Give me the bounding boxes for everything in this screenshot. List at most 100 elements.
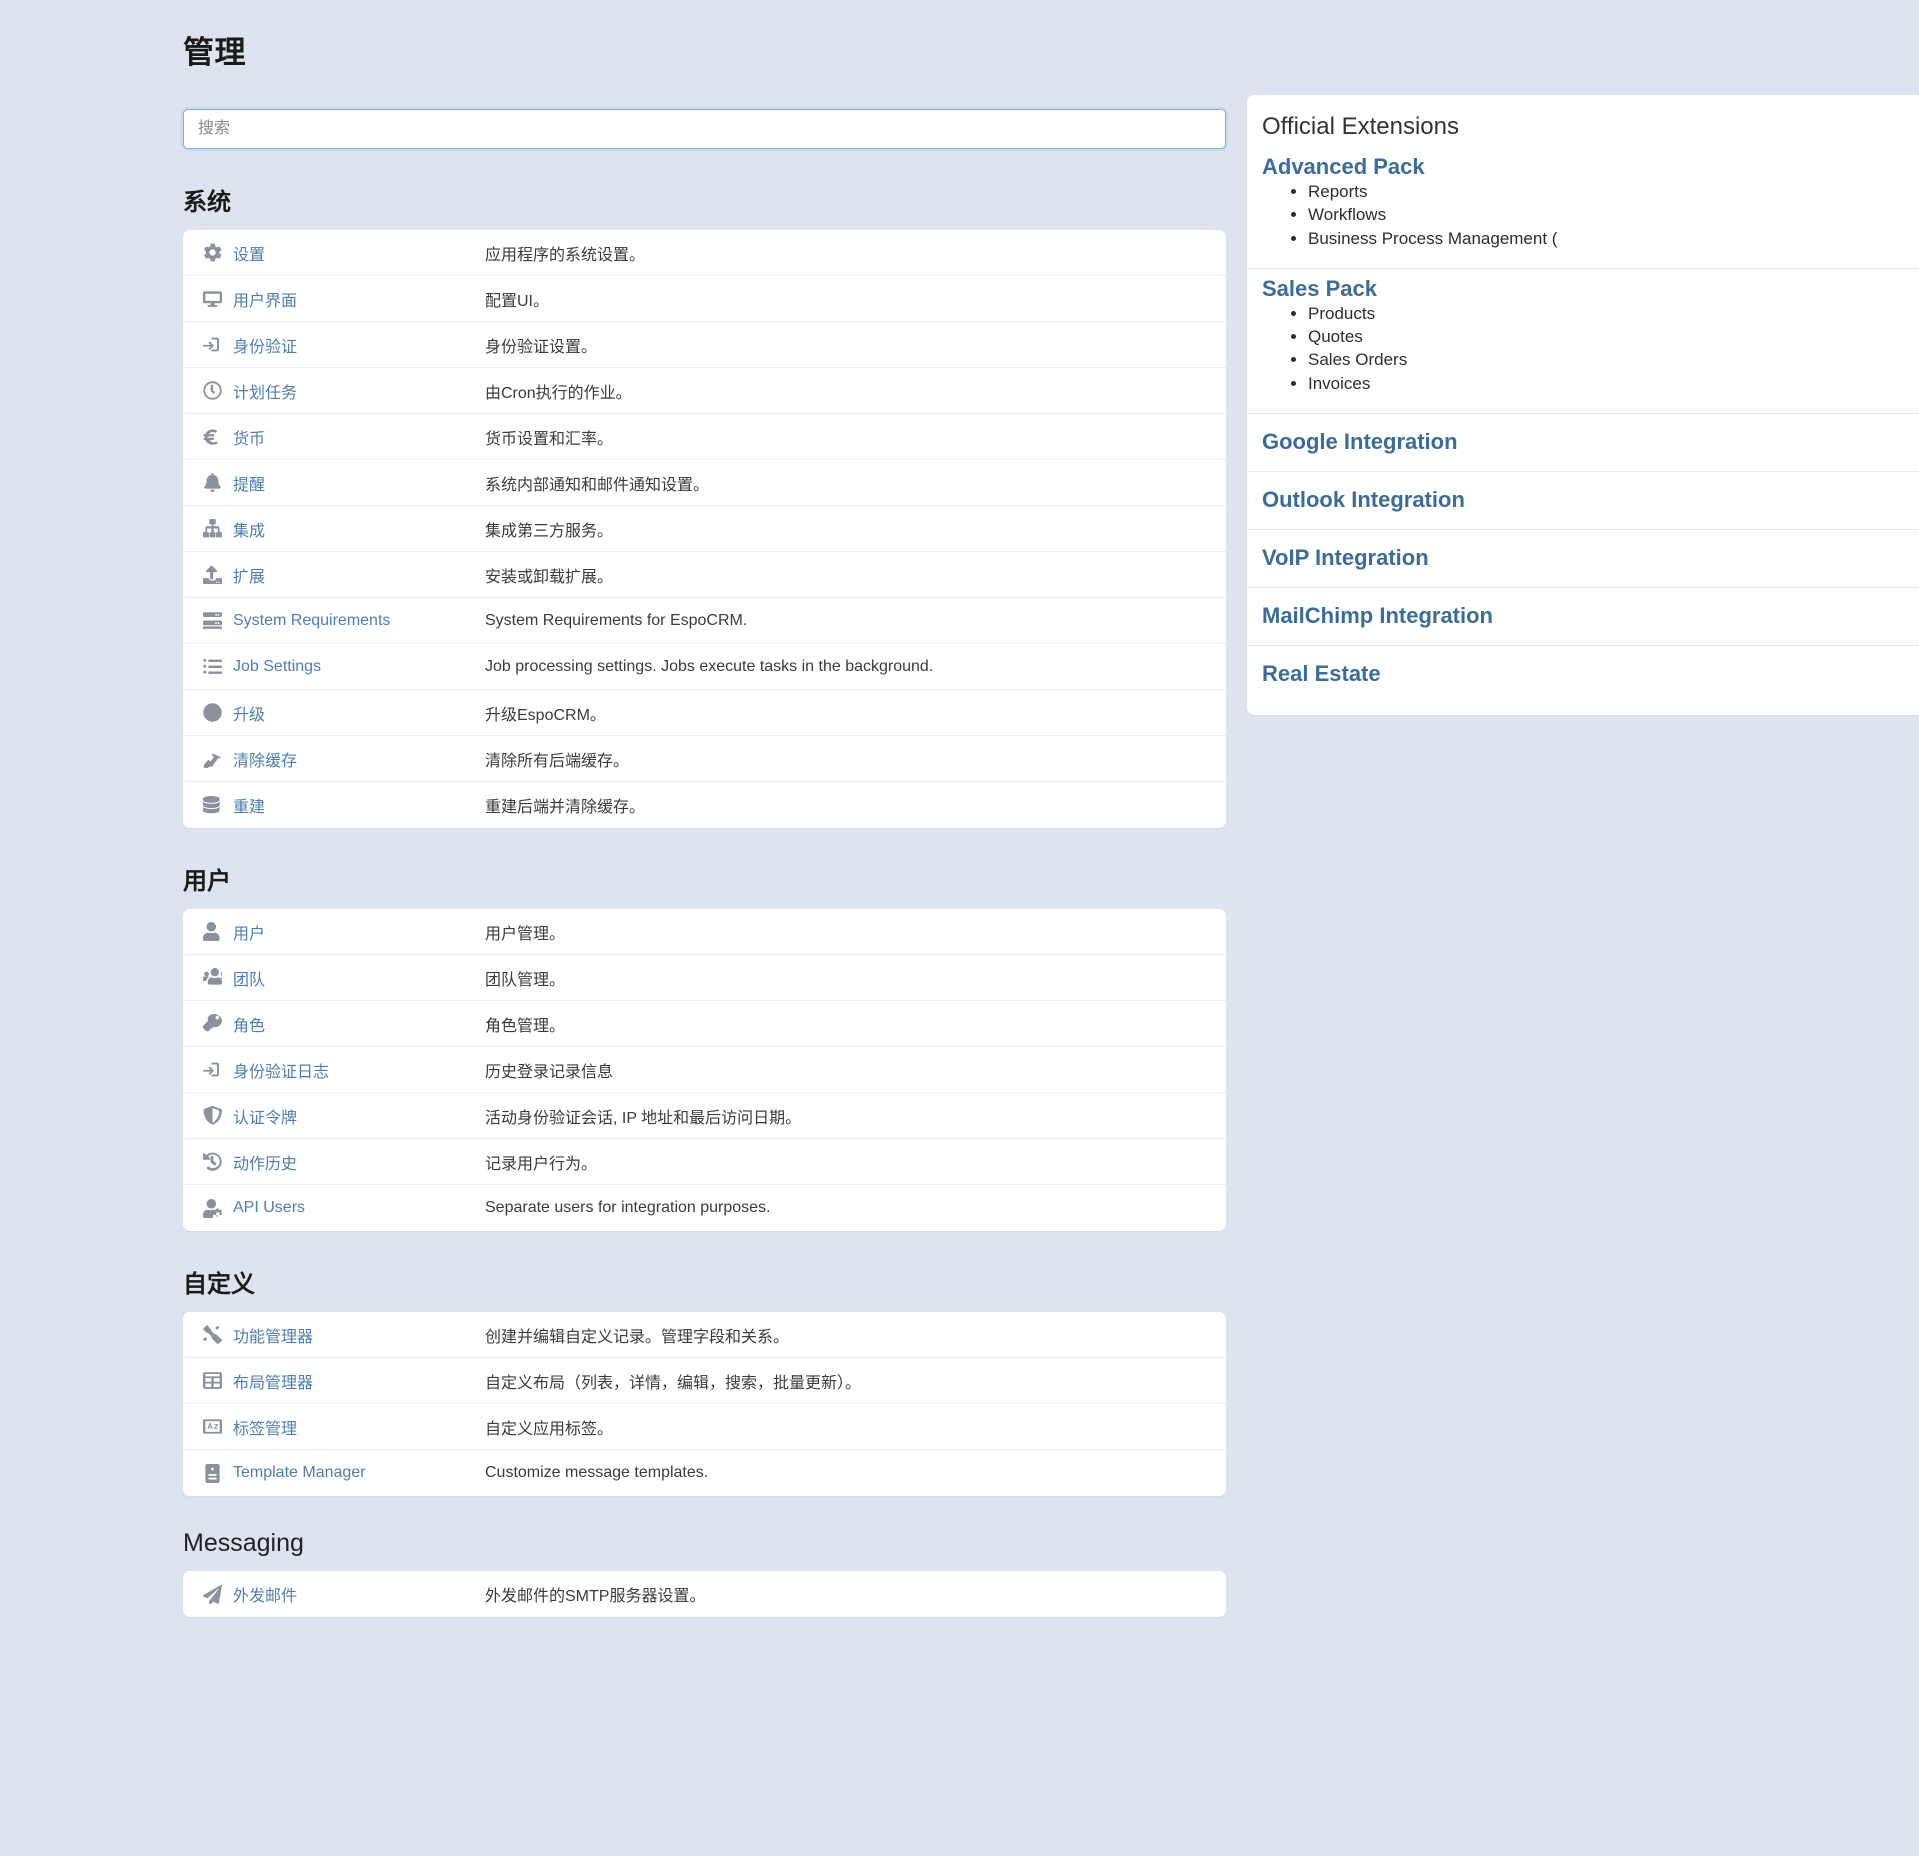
list-icon bbox=[203, 657, 233, 676]
shield-icon bbox=[203, 1106, 233, 1125]
admin-row[interactable]: System Requirements System Requirements f… bbox=[183, 598, 1226, 645]
official-extensions-panel: Official Extensions Advanced PackReports… bbox=[1247, 95, 1919, 715]
admin-row-link[interactable]: 设置 bbox=[233, 241, 485, 265]
admin-row[interactable]: 外发邮件 外发邮件的SMTP服务器设置。 bbox=[183, 1571, 1226, 1617]
admin-row-link[interactable]: 提醒 bbox=[233, 471, 485, 495]
admin-row[interactable]: Job Settings Job processing settings. Job… bbox=[183, 644, 1226, 691]
extension-feature-item: Business Process Management ( bbox=[1308, 227, 1904, 250]
admin-row-link[interactable]: System Requirements bbox=[233, 612, 485, 630]
admin-row-link[interactable]: 货币 bbox=[233, 425, 485, 449]
extension-link[interactable]: Real Estate bbox=[1247, 644, 1919, 703]
admin-row-description: 重建后端并清除缓存。 bbox=[485, 799, 646, 817]
search-input[interactable] bbox=[183, 109, 1226, 150]
template-icon bbox=[203, 1463, 233, 1483]
arrow-up-circle-icon bbox=[203, 703, 233, 722]
admin-row[interactable]: 用户界面 配置UI。 bbox=[183, 276, 1226, 323]
admin-row[interactable]: API Users Separate users for integration … bbox=[183, 1185, 1226, 1231]
extension-pack-link[interactable]: Sales Pack bbox=[1262, 276, 1377, 301]
admin-row[interactable]: 设置 应用程序的系统设置。 bbox=[183, 230, 1226, 277]
admin-row-link[interactable]: Template Manager bbox=[233, 1464, 485, 1482]
section-title-customization: 自定义 bbox=[183, 1271, 255, 1299]
admin-row-link[interactable]: API Users bbox=[233, 1199, 485, 1217]
admin-row-description: 创建并编辑自定义记录。管理字段和关系。 bbox=[485, 1328, 790, 1346]
admin-row-description: 角色管理。 bbox=[485, 1017, 566, 1035]
admin-row[interactable]: 计划任务 由Cron执行的作业。 bbox=[183, 368, 1226, 415]
paper-plane-icon bbox=[203, 1584, 233, 1604]
admin-row-link[interactable]: 布局管理器 bbox=[233, 1369, 485, 1393]
admin-row[interactable]: 用户 用户管理。 bbox=[183, 909, 1226, 956]
admin-row[interactable]: 功能管理器 创建并编辑自定义记录。管理字段和关系。 bbox=[183, 1312, 1226, 1359]
admin-row[interactable]: 身份验证 身份验证设置。 bbox=[183, 322, 1226, 369]
admin-row[interactable]: 动作历史 记录用户行为。 bbox=[183, 1139, 1226, 1186]
bell-icon bbox=[203, 473, 233, 493]
gear-icon bbox=[203, 243, 233, 262]
admin-row-link[interactable]: 身份验证日志 bbox=[233, 1058, 485, 1082]
admin-row-description: 由Cron执行的作业。 bbox=[485, 384, 632, 402]
extension-link[interactable]: MailChimp Integration bbox=[1247, 586, 1919, 645]
admin-row-link[interactable]: 动作历史 bbox=[233, 1150, 485, 1174]
extension-feature-item: Quotes bbox=[1308, 325, 1904, 348]
official-extensions-title: Official Extensions bbox=[1262, 113, 1459, 140]
extension-link[interactable]: Google Integration bbox=[1247, 412, 1919, 471]
admin-row[interactable]: 标签管理 自定义应用标签。 bbox=[183, 1404, 1226, 1451]
admin-row-link[interactable]: 重建 bbox=[233, 793, 485, 817]
admin-row[interactable]: 升级 升级EspoCRM。 bbox=[183, 690, 1226, 737]
admin-row-link[interactable]: 用户界面 bbox=[233, 287, 485, 311]
extension-pack-link[interactable]: Advanced Pack bbox=[1262, 154, 1425, 179]
admin-row[interactable]: 清除缓存 清除所有后端缓存。 bbox=[183, 736, 1226, 783]
admin-row[interactable]: 提醒 系统内部通知和邮件通知设置。 bbox=[183, 460, 1226, 507]
section-panel-users: 用户 用户管理。 团队 团队管理。 角色 角色管理。 身份验证日志 历史登录记录信息 认证令牌活… bbox=[183, 909, 1226, 1232]
section-title-users: 用户 bbox=[183, 868, 231, 896]
admin-row-description: Separate users for integration purposes. bbox=[485, 1199, 771, 1217]
admin-row-link[interactable]: Job Settings bbox=[233, 658, 485, 676]
admin-row-description: System Requirements for EspoCRM. bbox=[485, 611, 748, 629]
admin-row-link[interactable]: 角色 bbox=[233, 1012, 485, 1036]
admin-main-column: 管理 系统设置应用程序的系统设置。用户界面配置UI。身份验证身份验证设置。计划任… bbox=[0, 0, 1247, 1618]
admin-row[interactable]: 认证令牌 活动身份验证会话, IP 地址和最后访问日期。 bbox=[183, 1093, 1226, 1140]
admin-row-description: 升级EspoCRM。 bbox=[485, 706, 606, 724]
extensions-links: Google Integration Outlook Integration VoI… bbox=[1247, 412, 1919, 703]
admin-row[interactable]: 扩展 安装或卸载扩展。 bbox=[183, 552, 1226, 599]
admin-row-link[interactable]: 集成 bbox=[233, 517, 485, 541]
admin-row-link[interactable]: 清除缓存 bbox=[233, 747, 485, 771]
upload-icon bbox=[203, 565, 233, 585]
admin-row-link[interactable]: 扩展 bbox=[233, 563, 485, 587]
admin-row[interactable]: 身份验证日志 历史登录记录信息 bbox=[183, 1047, 1226, 1094]
admin-row[interactable]: 角色 角色管理。 bbox=[183, 1001, 1226, 1048]
admin-row-description: 安装或卸载扩展。 bbox=[485, 568, 614, 586]
broom-icon bbox=[203, 749, 233, 769]
extension-link[interactable]: VoIP Integration bbox=[1247, 528, 1919, 587]
section-panel-customization: 功能管理器 创建并编辑自定义记录。管理字段和关系。 布局管理器 自定义布局（列表，详情… bbox=[183, 1312, 1226, 1497]
user-icon bbox=[203, 922, 233, 942]
section-panel-system: 设置 应用程序的系统设置。 用户界面 配置UI。 身份验证 身份验证设置。 计划任务 由Cro… bbox=[183, 230, 1226, 829]
admin-row[interactable]: 布局管理器 自定义布局（列表，详情，编辑，搜索，批量更新）。 bbox=[183, 1358, 1226, 1405]
admin-row-link[interactable]: 功能管理器 bbox=[233, 1323, 485, 1347]
admin-row-description: 外发邮件的SMTP服务器设置。 bbox=[485, 1588, 706, 1606]
admin-row-link[interactable]: 用户 bbox=[233, 920, 485, 944]
extension-link[interactable]: Outlook Integration bbox=[1247, 470, 1919, 529]
extension-block: Sales PackProductsQuotesSales OrdersInvo… bbox=[1247, 269, 1919, 413]
admin-row[interactable]: 团队 团队管理。 bbox=[183, 955, 1226, 1002]
sign-in-icon bbox=[203, 335, 233, 354]
admin-row[interactable]: 货币 货币设置和汇率。 bbox=[183, 414, 1226, 461]
extension-feature-item: Sales Orders bbox=[1308, 348, 1904, 371]
admin-row-link[interactable]: 身份验证 bbox=[233, 333, 485, 357]
page-title: 管理 bbox=[183, 35, 246, 70]
admin-row-description: 应用程序的系统设置。 bbox=[485, 246, 646, 264]
admin-row[interactable]: 重建 重建后端并清除缓存。 bbox=[183, 782, 1226, 828]
admin-row[interactable]: Template Manager Customize message templa… bbox=[183, 1450, 1226, 1496]
admin-row-link[interactable]: 计划任务 bbox=[233, 379, 485, 403]
admin-row-link[interactable]: 团队 bbox=[233, 966, 485, 990]
search-container bbox=[183, 109, 1247, 150]
admin-row-description: 自定义应用标签。 bbox=[485, 1420, 614, 1438]
admin-row-description: 用户管理。 bbox=[485, 925, 566, 943]
admin-row-link[interactable]: 认证令牌 bbox=[233, 1104, 485, 1128]
admin-row-link[interactable]: 外发邮件 bbox=[233, 1582, 485, 1606]
admin-row-link[interactable]: 升级 bbox=[233, 701, 485, 725]
database-icon bbox=[203, 795, 233, 815]
admin-row[interactable]: 集成 集成第三方服务。 bbox=[183, 506, 1226, 553]
euro-icon bbox=[203, 427, 233, 446]
clock-icon bbox=[203, 381, 233, 400]
admin-row-link[interactable]: 标签管理 bbox=[233, 1415, 485, 1439]
admin-row-description: Customize message templates. bbox=[485, 1464, 709, 1482]
